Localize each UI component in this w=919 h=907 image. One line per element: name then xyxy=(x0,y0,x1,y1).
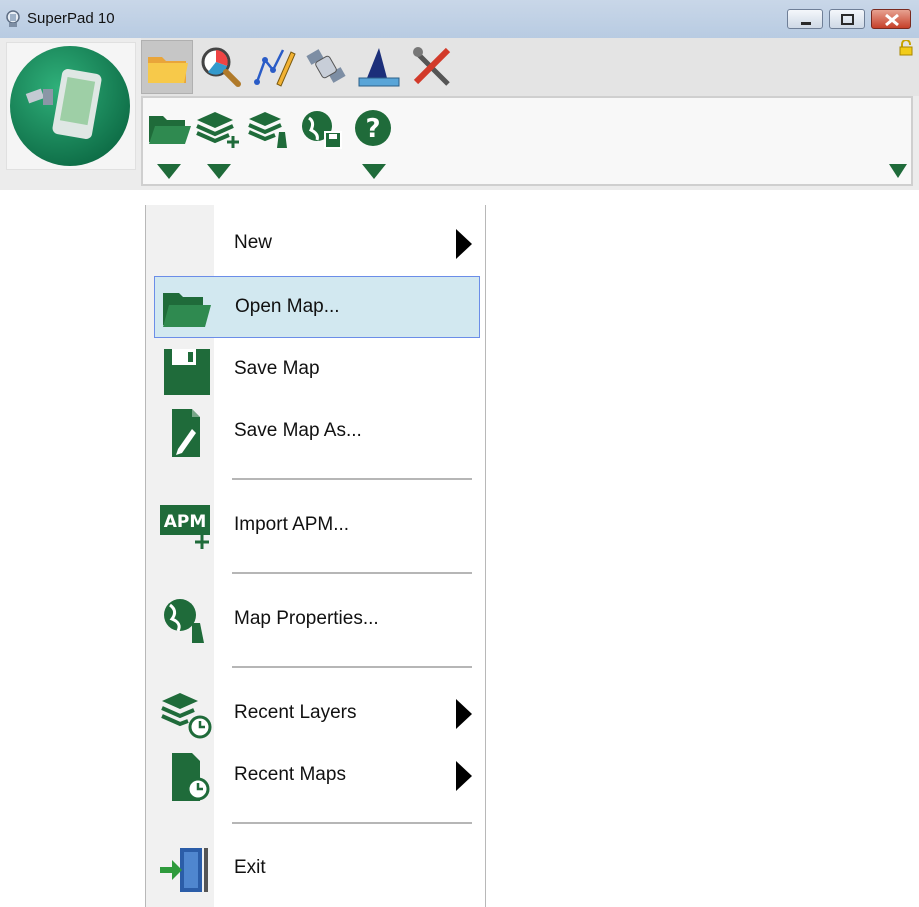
title-bar: SuperPad 10 xyxy=(0,0,919,38)
open-folder-icon xyxy=(149,116,191,144)
file-menu: New Open Map... Save Map Save Map As... … xyxy=(145,205,486,907)
menu-item-map-properties[interactable]: Map Properties... xyxy=(154,589,480,651)
app-logo[interactable] xyxy=(6,42,136,170)
menu-item-exit[interactable]: Exit xyxy=(154,838,480,900)
menu-item-label: Recent Maps xyxy=(234,764,346,785)
map-query-icon xyxy=(201,47,241,87)
folder-icon xyxy=(148,57,188,83)
menu-separator xyxy=(232,666,472,668)
window-title: SuperPad 10 xyxy=(27,10,115,27)
ribbon: ? xyxy=(0,38,919,190)
document-edit-icon xyxy=(172,409,200,457)
menu-item-label: Open Map... xyxy=(235,296,340,317)
svg-text:?: ? xyxy=(365,114,380,144)
layer-manager-icon xyxy=(248,112,287,148)
tab-edit[interactable] xyxy=(247,40,299,94)
minimize-button[interactable] xyxy=(787,9,823,29)
submenu-arrow-icon xyxy=(456,229,472,259)
map-save-tool-button[interactable] xyxy=(299,108,345,150)
satellite-icon xyxy=(306,49,346,83)
exit-door-icon xyxy=(160,848,208,892)
add-layers-icon xyxy=(196,112,239,148)
floppy-disk-icon xyxy=(164,349,210,395)
menu-item-label: Recent Layers xyxy=(234,702,357,723)
survey-ruler-icon xyxy=(358,48,400,87)
tools-icon xyxy=(413,47,451,86)
app-satellite-icon xyxy=(6,10,20,27)
ribbon-toolbar: ? xyxy=(141,96,913,186)
edit-pen-icon xyxy=(254,49,296,87)
menu-item-save-map-as[interactable]: Save Map As... xyxy=(154,401,480,463)
add-layers-dropdown-icon[interactable] xyxy=(207,164,231,179)
menu-item-label: Map Properties... xyxy=(234,608,379,629)
menu-item-recent-maps[interactable]: Recent Maps xyxy=(154,745,480,807)
tab-tools[interactable] xyxy=(406,40,458,94)
globe-save-icon xyxy=(302,111,342,149)
menu-separator xyxy=(232,478,472,480)
document-clock-icon xyxy=(172,753,210,801)
open-folder-icon xyxy=(163,293,211,327)
svg-text:APM: APM xyxy=(164,512,207,532)
open-map-tool-button[interactable] xyxy=(147,108,193,150)
close-icon xyxy=(885,13,899,27)
layers-clock-icon xyxy=(161,693,212,739)
close-button[interactable] xyxy=(871,9,911,29)
menu-item-label: Save Map As... xyxy=(234,420,362,441)
menu-item-label: Exit xyxy=(234,857,266,878)
restore-icon xyxy=(841,14,854,25)
tab-file[interactable] xyxy=(141,40,193,94)
ribbon-tabs xyxy=(141,38,919,96)
layer-manager-tool-button[interactable] xyxy=(247,108,293,150)
menu-item-save-map[interactable]: Save Map xyxy=(154,339,480,401)
tab-survey[interactable] xyxy=(353,40,405,94)
globe-properties-icon xyxy=(164,599,204,643)
menu-item-open-map[interactable]: Open Map... xyxy=(154,276,480,338)
lock-icon[interactable] xyxy=(899,40,913,56)
menu-item-label: Import APM... xyxy=(234,514,350,535)
open-map-dropdown-icon[interactable] xyxy=(157,164,181,179)
help-dropdown-icon[interactable] xyxy=(362,164,386,179)
tab-query[interactable] xyxy=(194,40,246,94)
add-layers-tool-button[interactable] xyxy=(195,108,241,150)
minimize-icon xyxy=(801,22,811,25)
menu-item-label: New xyxy=(234,232,273,253)
menu-item-recent-layers[interactable]: Recent Layers xyxy=(154,683,480,745)
restore-button[interactable] xyxy=(829,9,865,29)
apm-import-icon: APM xyxy=(160,505,210,549)
menu-item-new[interactable]: New xyxy=(154,213,480,275)
tab-gps[interactable] xyxy=(300,40,352,94)
help-tool-button[interactable]: ? xyxy=(351,108,397,150)
superpad-logo-icon xyxy=(10,46,130,166)
menu-separator xyxy=(232,822,472,824)
submenu-arrow-icon xyxy=(456,761,472,791)
ribbon-expand-icon[interactable] xyxy=(889,164,907,178)
menu-item-label: Save Map xyxy=(234,358,320,379)
menu-separator xyxy=(232,572,472,574)
help-icon: ? xyxy=(355,110,391,146)
submenu-arrow-icon xyxy=(456,699,472,729)
menu-item-import-apm[interactable]: APM Import APM... xyxy=(154,495,480,557)
